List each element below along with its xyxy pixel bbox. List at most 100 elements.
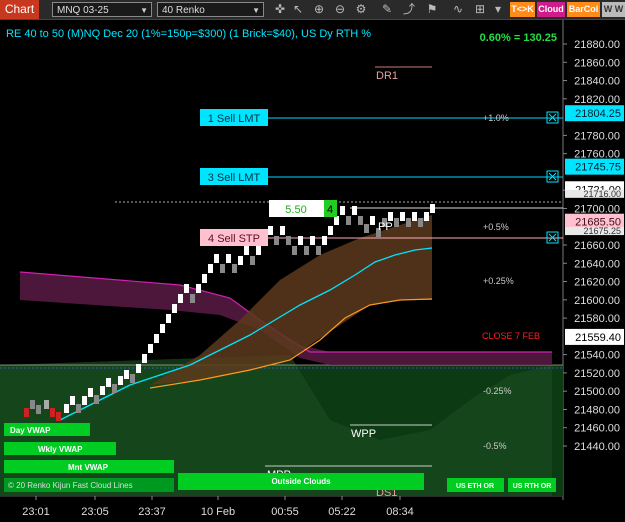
renko-brick: [280, 226, 285, 235]
percent-label: -0.5%: [483, 441, 507, 451]
svg-text:© 20 Renko Kijun Fast Cloud Li: © 20 Renko Kijun Fast Cloud Lines: [8, 481, 133, 490]
mnt-vwap-badge: Mnt VWAP: [4, 460, 174, 473]
renko-brick: [256, 246, 261, 255]
renko-brick: [298, 236, 303, 245]
renko-brick: [430, 204, 435, 213]
level-dr1: DR1: [376, 70, 398, 82]
change-readout: 0.60% = 130.25: [480, 32, 557, 44]
percent-label: +0.25%: [483, 276, 514, 286]
price-marker: 21804.25: [565, 105, 624, 122]
outside-clouds-badge: Outside Clouds: [178, 473, 424, 490]
renko-brick: [124, 370, 129, 379]
renko-brick: [310, 236, 315, 245]
renko-brick: [202, 274, 207, 283]
renko-brick: [106, 378, 111, 387]
renko-brick: [178, 294, 183, 303]
price-tick-label: 21500.00: [574, 386, 620, 398]
renko-brick: [346, 216, 351, 225]
renko-brick: [56, 412, 61, 421]
price-tick-label: 21520.00: [574, 368, 620, 380]
close-label: CLOSE 7 FEB: [482, 331, 540, 341]
renko-brick: [406, 218, 411, 227]
price-tick-label: 21880.00: [574, 39, 620, 51]
price-marker: 21745.75: [565, 158, 624, 175]
renko-brick: [196, 284, 201, 293]
renko-brick: [244, 246, 249, 255]
renko-brick: [292, 246, 297, 255]
renko-brick: [172, 304, 177, 313]
renko-brick: [50, 408, 55, 417]
price-marker-label: 21716.00: [583, 189, 621, 199]
renko-brick: [76, 404, 81, 413]
renko-brick: [88, 388, 93, 397]
renko-brick: [64, 404, 69, 413]
price-marker-label: 21675.25: [583, 226, 621, 236]
renko-brick: [166, 314, 171, 323]
renko-brick: [160, 324, 165, 333]
us-rth-or-badge: US RTH OR: [508, 478, 556, 492]
svg-text:US RTH OR: US RTH OR: [513, 483, 552, 490]
svg-text:4 Sell STP: 4 Sell STP: [208, 233, 260, 245]
position-box[interactable]: 5.50 4: [269, 200, 337, 217]
price-tick-label: 21620.00: [574, 277, 620, 289]
level-pp: PP: [378, 221, 393, 233]
renko-brick: [274, 236, 279, 245]
order-3-sell-lmt[interactable]: 3 Sell LMT: [200, 168, 268, 185]
chart-title: RE 40 to 50 (M)NQ Dec 20 (1%=150p=$300) …: [6, 28, 371, 40]
price-tick-label: 21820.00: [574, 94, 620, 106]
price-marker-label: 21559.40: [575, 332, 621, 344]
price-marker: 21716.00: [565, 189, 624, 199]
renko-brick: [340, 206, 345, 215]
renko-brick: [418, 218, 423, 227]
price-tick-label: 21480.00: [574, 404, 620, 416]
renko-brick: [70, 396, 75, 405]
renko-brick: [412, 212, 417, 221]
svg-text:3 Sell LMT: 3 Sell LMT: [208, 172, 261, 184]
svg-text:US ETH OR: US ETH OR: [456, 483, 494, 490]
renko-brick: [328, 226, 333, 235]
renko-brick: [190, 294, 195, 303]
renko-brick: [238, 256, 243, 265]
renko-brick: [304, 246, 309, 255]
time-tick-label: 05:22: [328, 506, 356, 518]
price-axis: 21880.00 21860.00 21840.00 21820.00 21780.00…: [563, 39, 620, 453]
renko-brick: [208, 264, 213, 273]
renko-brick: [214, 254, 219, 263]
price-tick-label: 21440.00: [574, 441, 620, 453]
price-tick-label: 21600.00: [574, 295, 620, 307]
footer-text-bar: © 20 Renko Kijun Fast Cloud Lines: [4, 478, 174, 492]
time-axis: 23:01 23:05 23:37 10 Feb 00:55 05:22 08:34: [22, 496, 414, 518]
renko-brick: [220, 264, 225, 273]
renko-brick: [286, 236, 291, 245]
price-chart[interactable]: RE 40 to 50 (M)NQ Dec 20 (1%=150p=$300) …: [0, 0, 625, 522]
renko-brick: [394, 218, 399, 227]
time-tick-label: 23:01: [22, 506, 50, 518]
renko-brick: [118, 376, 123, 385]
percent-label: -0.25%: [483, 386, 512, 396]
renko-brick: [24, 408, 29, 417]
price-tick-label: 21460.00: [574, 423, 620, 435]
renko-brick: [136, 364, 141, 373]
percent-label: +0.5%: [483, 222, 509, 232]
renko-brick: [184, 284, 189, 293]
svg-text:Day VWAP: Day VWAP: [10, 426, 51, 435]
renko-brick: [316, 246, 321, 255]
renko-brick: [154, 334, 159, 343]
time-tick-label: 00:55: [271, 506, 299, 518]
time-tick-label: 10 Feb: [201, 506, 235, 518]
renko-brick: [82, 396, 87, 405]
order-4-sell-stp[interactable]: 4 Sell STP: [200, 229, 268, 246]
renko-brick: [322, 236, 327, 245]
svg-text:4: 4: [327, 204, 333, 216]
percent-label: +1.0%: [483, 113, 509, 123]
renko-brick: [36, 405, 41, 414]
price-tick-label: 21840.00: [574, 76, 620, 88]
renko-brick: [400, 212, 405, 221]
renko-brick: [424, 212, 429, 221]
renko-brick: [142, 354, 147, 363]
price-tick-label: 21700.00: [574, 203, 620, 215]
day-vwap-badge: Day VWAP: [4, 423, 90, 436]
price-tick-label: 21540.00: [574, 350, 620, 362]
order-1-sell-lmt[interactable]: 1 Sell LMT: [200, 109, 268, 126]
renko-brick: [44, 400, 49, 409]
